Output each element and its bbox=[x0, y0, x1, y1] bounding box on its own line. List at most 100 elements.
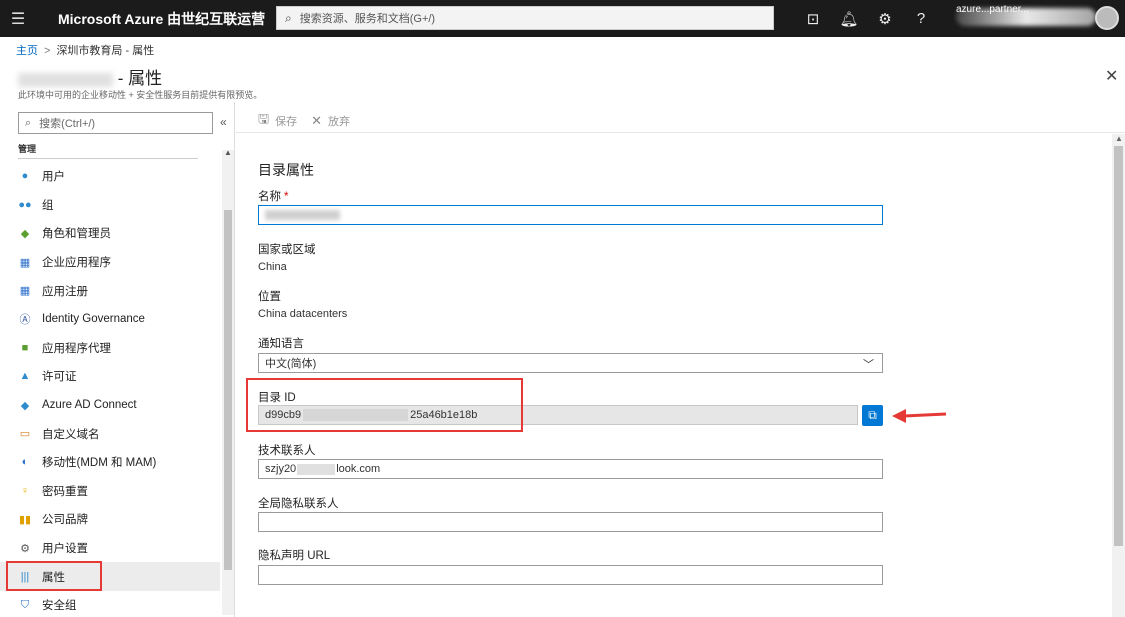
page-title: - 属性 bbox=[18, 64, 162, 89]
account-menu[interactable]: azure...partner... bbox=[950, 0, 1125, 37]
collapse-nav-icon[interactable]: « bbox=[220, 115, 227, 129]
sidebar-item-label: Identity Governance bbox=[42, 313, 145, 326]
global-search-input[interactable]: ⌕ 搜索资源、服务和文档(G+/) bbox=[276, 6, 774, 30]
close-icon[interactable]: ✕ bbox=[1105, 66, 1118, 86]
sidebar-item-user-settings[interactable]: ⚙ 用户设置 bbox=[0, 534, 220, 563]
save-icon: 🖫 bbox=[258, 111, 270, 126]
content-scroll-thumb[interactable] bbox=[1114, 146, 1123, 546]
discard-button[interactable]: ✕ 放弃 bbox=[311, 113, 350, 129]
hamburger-menu-icon[interactable]: ☰ bbox=[0, 0, 36, 37]
privacy-contact-input[interactable] bbox=[258, 512, 883, 532]
bell-icon[interactable]: 🔔︎ bbox=[831, 10, 867, 28]
sidebar-item-ad-connect[interactable]: ◆ Azure AD Connect bbox=[0, 391, 220, 420]
avatar[interactable] bbox=[1095, 6, 1119, 30]
language-label: 通知语言 bbox=[258, 338, 304, 350]
toolbar-divider bbox=[236, 132, 1125, 133]
red-arrow-icon bbox=[892, 409, 947, 423]
sidebar-item-user[interactable]: ● 用户 bbox=[0, 162, 220, 191]
toolbar: 🖫 保存 ✕ 放弃 bbox=[258, 110, 364, 132]
sidebar-item-label: 公司品牌 bbox=[42, 514, 88, 527]
language-select[interactable]: 中文(简体) ﹀ bbox=[258, 353, 883, 373]
breadcrumb-separator: > bbox=[44, 45, 51, 57]
nav-scrollbar[interactable]: ▲ bbox=[222, 148, 234, 615]
scroll-up-icon[interactable]: ▲ bbox=[224, 148, 232, 157]
apps-grid-icon: ▦ bbox=[19, 256, 31, 269]
page-subtitle: 此环境中可用的企业移动性 + 安全性服务目前提供有限预览。 bbox=[18, 90, 263, 100]
content-scrollbar[interactable]: ▲ bbox=[1112, 134, 1125, 617]
breadcrumb-current[interactable]: 深圳市教育局 - 属性 bbox=[56, 45, 154, 57]
sidebar-item-key[interactable]: ♀ 密码重置 bbox=[0, 477, 220, 506]
custom-domain-icon: ▭ bbox=[19, 428, 31, 441]
sidebar-item-label: Azure AD Connect bbox=[42, 399, 137, 412]
tech-contact-suffix: look.com bbox=[336, 463, 381, 475]
sidebar-item-label: 组 bbox=[42, 199, 54, 212]
nav-scroll-thumb[interactable] bbox=[224, 210, 232, 570]
sidebar-item-mobility[interactable]: ◐ 移动性(MDM 和 MAM) bbox=[0, 448, 220, 477]
feedback-icon[interactable]: ⊡ bbox=[795, 10, 831, 28]
search-icon: ⌕ bbox=[25, 116, 32, 129]
location-value: China datacenters bbox=[258, 308, 348, 320]
scroll-up-icon[interactable]: ▲ bbox=[1115, 134, 1123, 143]
mobility-icon: ◐ bbox=[21, 456, 29, 469]
chevron-down-icon: ﹀ bbox=[863, 359, 874, 371]
brand-title[interactable]: Microsoft Azure 由世纪互联运营 bbox=[58, 9, 265, 29]
country-value: China bbox=[258, 261, 287, 273]
branding-icon: ▮▮ bbox=[18, 513, 32, 526]
nav-divider bbox=[18, 158, 198, 159]
ad-connect-icon: ◆ bbox=[20, 399, 30, 412]
roles-icon: ◆ bbox=[20, 227, 30, 240]
name-label: 名称 * bbox=[258, 188, 288, 204]
directory-id-highlight-box bbox=[246, 378, 523, 432]
privacy-url-label: 隐私声明 URL bbox=[258, 550, 331, 562]
identity-governance-icon: Ⓐ bbox=[19, 314, 31, 327]
tech-contact-label: 技术联系人 bbox=[258, 445, 316, 457]
sidebar-item-branding[interactable]: ▮▮ 公司品牌 bbox=[0, 505, 220, 534]
app-registration-icon: ▦ bbox=[19, 285, 31, 298]
name-label-text: 名称 bbox=[258, 191, 281, 203]
page-title-suffix: - 属性 bbox=[117, 69, 163, 88]
sidebar-item-label: 自定义域名 bbox=[42, 428, 100, 441]
top-bar: ☰ Microsoft Azure 由世纪互联运营 ⌕ 搜索资源、服务和文档(G… bbox=[0, 0, 1125, 37]
sidebar-item-shield[interactable]: ⛉ 安全组 bbox=[0, 591, 220, 617]
nav-search-input[interactable]: ⌕ 搜索(Ctrl+/) bbox=[18, 112, 213, 134]
sidebar-item-app-registration[interactable]: ▦ 应用注册 bbox=[0, 276, 220, 305]
gear-icon[interactable]: ⚙ bbox=[867, 10, 903, 28]
search-icon: ⌕ bbox=[285, 10, 292, 25]
discard-icon: ✕ bbox=[311, 113, 322, 128]
sidebar-item-label: 用户设置 bbox=[42, 543, 88, 556]
sidebar-item-license[interactable]: ▲ 许可证 bbox=[0, 362, 220, 391]
breadcrumb-home-link[interactable]: 主页 bbox=[16, 45, 38, 57]
sidebar-item-identity-governance[interactable]: Ⓐ Identity Governance bbox=[0, 305, 220, 334]
top-icons: ⊡ 🔔︎ ⚙ ? bbox=[795, 0, 939, 37]
sidebar-item-apps-grid[interactable]: ▦ 企业应用程序 bbox=[0, 248, 220, 277]
license-icon: ▲ bbox=[19, 370, 31, 383]
global-search-placeholder: 搜索资源、服务和文档(G+/) bbox=[299, 13, 436, 25]
copy-icon: ⧉ bbox=[868, 408, 877, 422]
tech-contact-prefix: szjy20 bbox=[265, 463, 297, 475]
sidebar-item-label: 安全组 bbox=[42, 600, 77, 613]
breadcrumb: 主页 > 深圳市教育局 - 属性 bbox=[16, 42, 154, 58]
sidebar-item-label: 应用程序代理 bbox=[42, 342, 111, 355]
sidebar-item-label: 角色和管理员 bbox=[42, 228, 111, 241]
help-icon[interactable]: ? bbox=[903, 10, 939, 27]
copy-button[interactable]: ⧉ bbox=[862, 405, 883, 426]
group-icon: ●● bbox=[18, 198, 32, 211]
sidebar-item-group[interactable]: ●● 组 bbox=[0, 191, 220, 220]
user-settings-icon: ⚙ bbox=[20, 542, 30, 555]
sidebar-item-label: 密码重置 bbox=[42, 485, 88, 498]
key-icon: ♀ bbox=[20, 484, 30, 497]
location-label: 位置 bbox=[258, 291, 281, 303]
sidebar-item-app-proxy[interactable]: ■ 应用程序代理 bbox=[0, 334, 220, 363]
name-input[interactable] bbox=[258, 205, 883, 225]
sidebar-item-custom-domain[interactable]: ▭ 自定义域名 bbox=[0, 419, 220, 448]
language-selected-value: 中文(简体) bbox=[265, 358, 317, 370]
sidebar-item-roles[interactable]: ◆ 角色和管理员 bbox=[0, 219, 220, 248]
section-title: 目录属性 bbox=[258, 162, 314, 178]
tech-contact-redacted bbox=[297, 463, 336, 475]
nav-search-placeholder: 搜索(Ctrl+/) bbox=[39, 118, 96, 130]
tech-contact-input[interactable]: szjy20 look.com bbox=[258, 459, 883, 479]
user-icon: ● bbox=[21, 170, 29, 183]
save-button[interactable]: 🖫 保存 bbox=[258, 110, 297, 132]
privacy-url-input[interactable] bbox=[258, 565, 883, 585]
sidebar-item-label: 许可证 bbox=[42, 371, 77, 384]
